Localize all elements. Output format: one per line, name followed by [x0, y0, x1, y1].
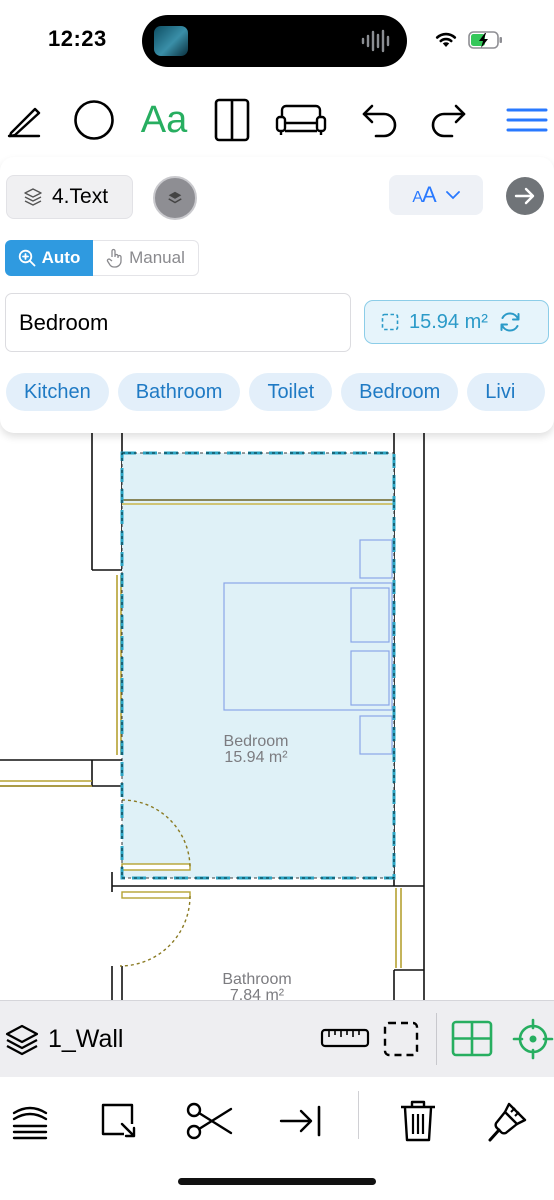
toolbar-divider — [358, 1091, 359, 1139]
active-layer-label: 1_Wall — [48, 1025, 124, 1053]
mode-auto-label: Auto — [41, 248, 81, 267]
paint-brush-icon — [488, 1102, 527, 1142]
layers-color-icon — [168, 191, 182, 204]
active-layer-selector[interactable]: 1_Wall — [0, 1001, 124, 1078]
trash-icon — [401, 1100, 435, 1142]
redo-button[interactable] — [426, 82, 470, 158]
layers-stack-icon — [5, 1024, 39, 1055]
snap-target-button[interactable] — [512, 1018, 554, 1065]
chevron-down-icon — [445, 190, 460, 199]
font-size-label: AAAA — [412, 182, 436, 207]
align-right-icon — [279, 1105, 321, 1137]
battery-charging-icon — [468, 31, 502, 49]
refresh-icon[interactable] — [498, 310, 522, 334]
mode-manual-label: Manual — [129, 248, 185, 267]
menu-button[interactable] — [504, 82, 550, 158]
room-name-label: Bathroom — [222, 971, 292, 988]
undo-icon — [362, 104, 397, 138]
text-tool-label: Aa — [140, 98, 188, 141]
floor-plan-drawing — [0, 425, 425, 1000]
preset-chip[interactable]: Bathroom — [117, 373, 241, 411]
wifi-icon — [435, 32, 457, 47]
home-indicator — [178, 1178, 376, 1185]
furniture-tool-button[interactable] — [274, 82, 328, 158]
mode-auto-button[interactable]: Auto — [5, 240, 93, 276]
redo-icon — [431, 104, 466, 138]
room-name-label: Bedroom — [223, 733, 289, 750]
pen-tool-icon — [7, 107, 41, 138]
color-picker-button[interactable] — [153, 176, 197, 220]
zoom-plus-icon — [18, 249, 36, 267]
ruler-icon — [320, 1028, 370, 1048]
text-tool-button[interactable]: Aa — [136, 82, 192, 158]
room-label-bathroom: Bathroom 7.84 m² — [197, 971, 317, 1001]
mode-toggle: Auto Manual — [5, 240, 199, 276]
area-value: 15.94 m² — [409, 310, 488, 333]
room-area-label: 7.84 m² — [229, 987, 285, 1001]
pen-tool-button[interactable] — [2, 82, 48, 158]
layers-icon — [24, 188, 42, 206]
grid-icon — [451, 1020, 493, 1057]
door-tool-button[interactable] — [212, 82, 252, 158]
preset-chip[interactable]: Livi — [467, 373, 546, 411]
hand-pointer-icon — [106, 248, 122, 268]
room-area-label: 15.94 m² — [224, 749, 288, 766]
dashed-select-icon — [383, 1021, 419, 1057]
circle-tool-icon — [74, 100, 114, 140]
font-size-dropdown[interactable]: AAAA — [389, 175, 483, 215]
arrow-right-icon — [514, 187, 535, 205]
clock: 12:23 — [48, 26, 107, 51]
crosshair-icon — [512, 1018, 554, 1060]
text-properties-panel: 4.Text AAAA Auto Manual — [0, 157, 554, 433]
preset-chip[interactable]: Kitchen — [6, 373, 109, 411]
area-selection-icon — [381, 313, 399, 331]
door-tool-icon — [214, 98, 250, 142]
delete-button[interactable] — [396, 1091, 440, 1151]
undo-button[interactable] — [358, 82, 402, 158]
next-button[interactable] — [506, 177, 544, 215]
room-name-input[interactable] — [5, 293, 351, 352]
scissors-icon — [186, 1102, 233, 1140]
furniture-sofa-icon — [275, 104, 327, 135]
select-area-button[interactable] — [382, 1020, 420, 1063]
align-button[interactable] — [276, 1091, 324, 1151]
style-brush-button[interactable] — [484, 1091, 532, 1151]
status-bar: 12:23 — [0, 0, 554, 82]
layer-order-button[interactable] — [8, 1091, 52, 1151]
menu-icon — [506, 108, 548, 132]
mode-manual-button[interactable]: Manual — [93, 240, 199, 276]
layer-selector-label: 4.Text — [52, 185, 109, 208]
resize-button[interactable] — [96, 1091, 142, 1151]
preset-chip[interactable]: Toilet — [249, 373, 333, 411]
status-right — [434, 28, 504, 52]
dynamic-island — [142, 15, 407, 67]
layer-selector[interactable]: 4.Text — [6, 175, 133, 219]
now-playing-artwork-icon — [154, 26, 188, 56]
top-toolbar: Aa — [0, 82, 554, 158]
audio-waveform-icon — [361, 29, 390, 53]
floor-plan-canvas[interactable]: Bedroom 15.94 m² Bathroom 7.84 m² — [0, 425, 554, 1000]
preset-chip[interactable]: Bedroom — [341, 373, 459, 411]
circle-tool-button[interactable] — [70, 82, 118, 158]
cut-button[interactable] — [184, 1091, 236, 1151]
area-field[interactable]: 15.94 m² — [364, 300, 549, 344]
toolbar-divider — [436, 1013, 437, 1065]
room-name-presets: Kitchen Bathroom Toilet Bedroom Livi — [6, 373, 549, 411]
room-label-bedroom: Bedroom 15.94 m² — [196, 734, 316, 766]
layer-bar: 1_Wall — [0, 1000, 554, 1077]
grid-button[interactable] — [451, 1019, 493, 1064]
resize-box-icon — [101, 1103, 136, 1138]
layers-stack-icon — [12, 1106, 48, 1140]
ruler-button[interactable] — [320, 1023, 370, 1058]
